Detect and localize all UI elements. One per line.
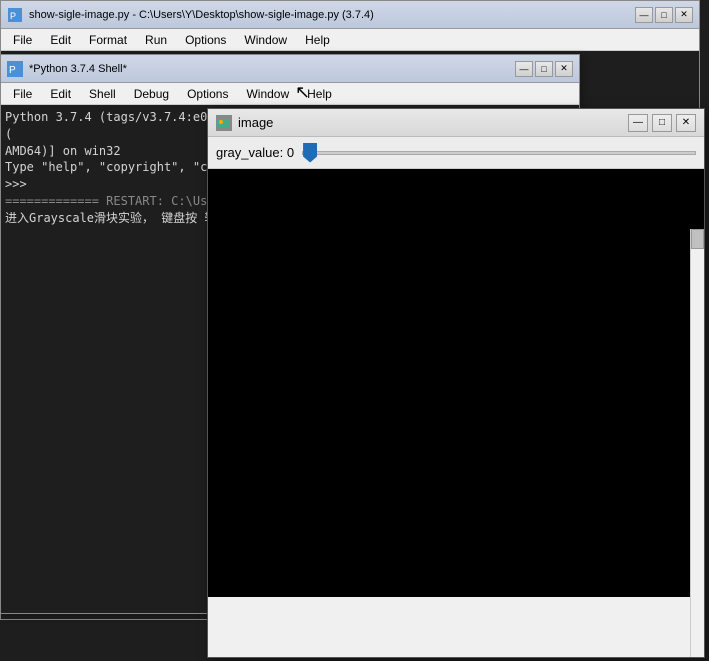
image-toolbar: gray_value: 0 xyxy=(208,137,704,169)
image-close-button[interactable]: ✕ xyxy=(676,114,696,132)
editor-minimize-button[interactable]: — xyxy=(635,7,653,23)
svg-text:P: P xyxy=(10,11,16,21)
shell-titlebar: P *Python 3.7.4 Shell* — □ ✕ xyxy=(1,55,579,83)
gray-slider-thumb[interactable] xyxy=(303,143,317,163)
shell-menu-window[interactable]: Window xyxy=(238,85,297,103)
shell-menu-options[interactable]: Options xyxy=(179,85,236,103)
editor-menu-edit[interactable]: Edit xyxy=(42,31,79,49)
editor-menu-window[interactable]: Window xyxy=(236,31,295,49)
shell-minimize-button[interactable]: — xyxy=(515,61,533,77)
image-titlebar: image — □ ✕ xyxy=(208,109,704,137)
image-window: image — □ ✕ gray_value: 0 xyxy=(207,108,705,658)
shell-menu-debug[interactable]: Debug xyxy=(126,85,177,103)
shell-text-5: ============= RESTART: C:\Us... xyxy=(5,194,229,208)
editor-menu-options[interactable]: Options xyxy=(177,31,234,49)
shell-text-2: AMD64)] on win32 xyxy=(5,144,121,158)
shell-window-controls: — □ ✕ xyxy=(515,61,573,77)
editor-title: show-sigle-image.py - C:\Users\Y\Desktop… xyxy=(29,9,635,21)
shell-close-button[interactable]: ✕ xyxy=(555,61,573,77)
shell-text-3: Type "help", "copyright", "cr... xyxy=(5,160,236,174)
scrollbar-thumb-vertical[interactable] xyxy=(691,229,704,249)
gray-value-display: 0 xyxy=(287,145,294,160)
gray-slider-track xyxy=(302,151,696,155)
gray-value-label: gray_value: 0 xyxy=(216,145,294,160)
editor-close-button[interactable]: ✕ xyxy=(675,7,693,23)
editor-menu-file[interactable]: File xyxy=(5,31,40,49)
image-maximize-button[interactable]: □ xyxy=(652,114,672,132)
editor-menu-format[interactable]: Format xyxy=(81,31,135,49)
gray-slider-container xyxy=(302,143,696,163)
shell-menu-edit[interactable]: Edit xyxy=(42,85,79,103)
editor-menu-help[interactable]: Help xyxy=(297,31,338,49)
image-title-icon xyxy=(216,115,232,131)
image-canvas xyxy=(208,169,704,597)
shell-menu-shell[interactable]: Shell xyxy=(81,85,124,103)
svg-text:P: P xyxy=(9,65,16,76)
editor-menu-run[interactable]: Run xyxy=(137,31,175,49)
shell-menubar: File Edit Shell Debug Options Window Hel… xyxy=(1,83,579,105)
shell-icon: P xyxy=(7,61,23,77)
shell-maximize-button[interactable]: □ xyxy=(535,61,553,77)
editor-titlebar: P show-sigle-image.py - C:\Users\Y\Deskt… xyxy=(1,1,699,29)
shell-menu-file[interactable]: File xyxy=(5,85,40,103)
image-window-controls: — □ ✕ xyxy=(626,114,696,132)
shell-title: *Python 3.7.4 Shell* xyxy=(29,63,515,75)
image-title: image xyxy=(238,115,626,130)
editor-maximize-button[interactable]: □ xyxy=(655,7,673,23)
editor-menubar: File Edit Format Run Options Window Help xyxy=(1,29,699,51)
editor-window-controls: — □ ✕ xyxy=(635,7,693,23)
editor-icon: P xyxy=(7,7,23,23)
shell-prompt: >>> xyxy=(5,177,27,191)
image-scrollbar-vertical[interactable] xyxy=(690,229,704,657)
shell-menu-help[interactable]: Help xyxy=(299,85,340,103)
image-minimize-button[interactable]: — xyxy=(628,114,648,132)
